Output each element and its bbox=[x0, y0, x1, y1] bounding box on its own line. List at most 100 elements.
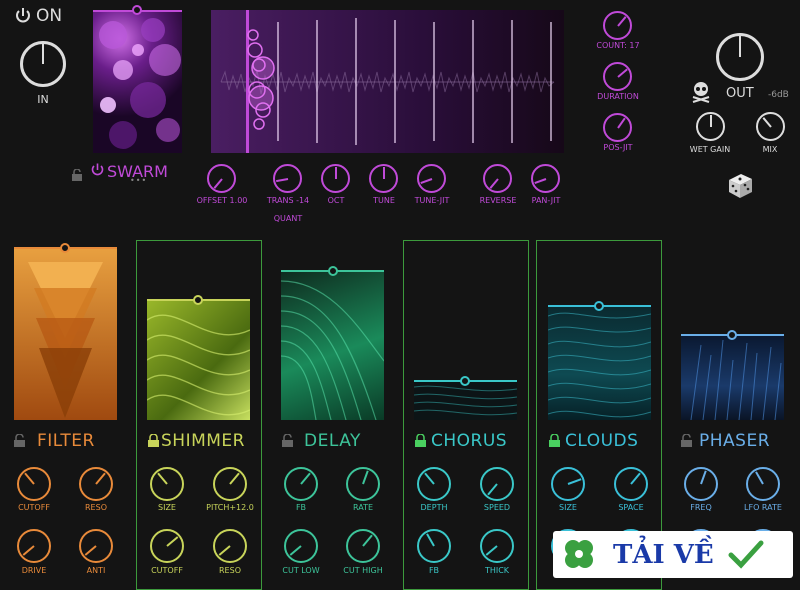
filter-drive-knob[interactable] bbox=[17, 529, 51, 563]
chorus-thick-knob[interactable] bbox=[480, 529, 514, 563]
phaser-lfo-rate-label: LFO RATE bbox=[744, 503, 782, 512]
watermark-text: TẢI VỀ bbox=[613, 539, 714, 570]
dice-icon[interactable] bbox=[725, 170, 755, 200]
pan-jit-knob[interactable] bbox=[531, 164, 560, 193]
oct-label: OCT bbox=[327, 196, 345, 205]
power-toggle[interactable]: ON bbox=[14, 6, 62, 26]
filter-title[interactable]: FILTER bbox=[37, 431, 95, 451]
clouds-size-knob[interactable] bbox=[551, 467, 585, 501]
delay-cut-low-label: CUT LOW bbox=[282, 566, 320, 575]
swarm-image[interactable] bbox=[93, 10, 182, 153]
shimmer-reso-label: RESO bbox=[219, 566, 241, 575]
count-label: COUNT: 17 bbox=[596, 41, 640, 50]
shimmer-size-knob[interactable] bbox=[150, 467, 184, 501]
phaser-image[interactable] bbox=[681, 335, 784, 420]
delay-cut-high-label: CUT HIGH bbox=[343, 566, 383, 575]
offset-label: OFFSET 1.00 bbox=[196, 196, 248, 205]
phaser-title[interactable]: PHASER bbox=[699, 431, 770, 451]
clouds-space-label: SPACE bbox=[618, 503, 644, 512]
clouds-slider-handle[interactable] bbox=[594, 301, 604, 311]
pos-jit-knob[interactable] bbox=[603, 113, 632, 142]
delay-title[interactable]: DELAY bbox=[304, 431, 361, 451]
power-icon bbox=[16, 8, 30, 23]
filter-reso-knob[interactable] bbox=[79, 467, 113, 501]
shimmer-cutoff-knob[interactable] bbox=[150, 529, 184, 563]
chorus-depth-knob[interactable] bbox=[417, 467, 451, 501]
filter-image[interactable] bbox=[14, 248, 117, 420]
reverse-knob[interactable] bbox=[483, 164, 512, 193]
chorus-slider-handle[interactable] bbox=[460, 376, 470, 386]
shimmer-pitch-knob[interactable] bbox=[213, 467, 247, 501]
swarm-slider-handle[interactable] bbox=[132, 5, 142, 15]
tune-jit-knob[interactable] bbox=[417, 164, 446, 193]
chorus-image[interactable] bbox=[414, 381, 517, 420]
checkmark-icon bbox=[728, 540, 764, 569]
filter-cutoff-knob[interactable] bbox=[17, 467, 51, 501]
phaser-freq-label: FREQ bbox=[690, 503, 712, 512]
clouds-size-label: SIZE bbox=[559, 503, 577, 512]
shimmer-size-label: SIZE bbox=[158, 503, 176, 512]
delay-lock-icon[interactable] bbox=[282, 434, 293, 447]
filter-cutoff-label: CUTOFF bbox=[18, 503, 50, 512]
chorus-fb-knob[interactable] bbox=[417, 529, 451, 563]
out-db-value: -6dB bbox=[768, 90, 789, 100]
phaser-lfo-rate-knob[interactable] bbox=[746, 467, 780, 501]
shimmer-lock-icon[interactable] bbox=[148, 434, 159, 447]
quant-label[interactable]: QUANT bbox=[274, 214, 303, 223]
filter-lock-icon[interactable] bbox=[14, 434, 25, 447]
delay-slider-handle[interactable] bbox=[328, 266, 338, 276]
wet-gain-knob[interactable] bbox=[696, 112, 725, 141]
power-label: ON bbox=[36, 6, 63, 26]
delay-cut-high-knob[interactable] bbox=[346, 529, 380, 563]
oct-knob[interactable] bbox=[321, 164, 350, 193]
shimmer-title[interactable]: SHIMMER bbox=[161, 431, 245, 451]
skull-icon[interactable] bbox=[692, 81, 710, 103]
offset-knob[interactable] bbox=[207, 164, 236, 193]
reverse-label: REVERSE bbox=[479, 196, 517, 205]
shimmer-cutoff-label: CUTOFF bbox=[151, 566, 183, 575]
clouds-title[interactable]: CLOUDS bbox=[565, 431, 638, 451]
wet-gain-label: WET GAIN bbox=[689, 145, 731, 154]
shimmer-image[interactable] bbox=[147, 300, 250, 420]
clover-logo-icon bbox=[565, 539, 593, 568]
swarm-lock-icon[interactable] bbox=[72, 166, 82, 181]
chorus-speed-knob[interactable] bbox=[480, 467, 514, 501]
swarm-menu-dots[interactable]: ••• bbox=[130, 176, 147, 185]
swarm-power-icon[interactable] bbox=[90, 163, 105, 178]
trans-label: TRANS -14 bbox=[266, 196, 310, 205]
chorus-title[interactable]: CHORUS bbox=[431, 431, 507, 451]
clouds-lock-icon[interactable] bbox=[549, 434, 560, 447]
phaser-slider-handle[interactable] bbox=[727, 330, 737, 340]
delay-cut-low-knob[interactable] bbox=[284, 529, 318, 563]
trans-knob[interactable] bbox=[273, 164, 302, 193]
in-label: IN bbox=[37, 93, 49, 106]
duration-knob[interactable] bbox=[603, 62, 632, 91]
delay-rate-knob[interactable] bbox=[346, 467, 380, 501]
out-knob[interactable] bbox=[716, 33, 764, 81]
shimmer-slider-handle[interactable] bbox=[193, 295, 203, 305]
clouds-space-knob[interactable] bbox=[614, 467, 648, 501]
filter-anti-knob[interactable] bbox=[79, 529, 113, 563]
clouds-image[interactable] bbox=[548, 306, 651, 420]
in-knob[interactable] bbox=[20, 41, 66, 87]
chorus-depth-label: DEPTH bbox=[420, 503, 448, 512]
delay-fb-label: FB bbox=[295, 503, 307, 512]
phaser-freq-knob[interactable] bbox=[684, 467, 718, 501]
chorus-thick-label: THICK bbox=[484, 566, 510, 575]
filter-slider-handle[interactable] bbox=[60, 243, 70, 253]
shimmer-pitch-label: PITCH+12.0 bbox=[206, 503, 254, 512]
tune-knob[interactable] bbox=[369, 164, 398, 193]
shimmer-reso-knob[interactable] bbox=[213, 529, 247, 563]
duration-label: DURATION bbox=[597, 92, 639, 101]
mix-knob[interactable] bbox=[756, 112, 785, 141]
chorus-fb-label: FB bbox=[428, 566, 440, 575]
chorus-lock-icon[interactable] bbox=[415, 434, 426, 447]
phaser-lock-icon[interactable] bbox=[681, 434, 692, 447]
delay-image[interactable] bbox=[281, 271, 384, 420]
delay-fb-knob[interactable] bbox=[284, 467, 318, 501]
pos-jit-label: POS-JIT bbox=[603, 143, 633, 152]
waveform-display[interactable] bbox=[211, 10, 564, 153]
tune-jit-label: TUNE-JIT bbox=[414, 196, 450, 205]
count-knob[interactable] bbox=[603, 11, 632, 40]
pan-jit-label: PAN-JIT bbox=[531, 196, 561, 205]
